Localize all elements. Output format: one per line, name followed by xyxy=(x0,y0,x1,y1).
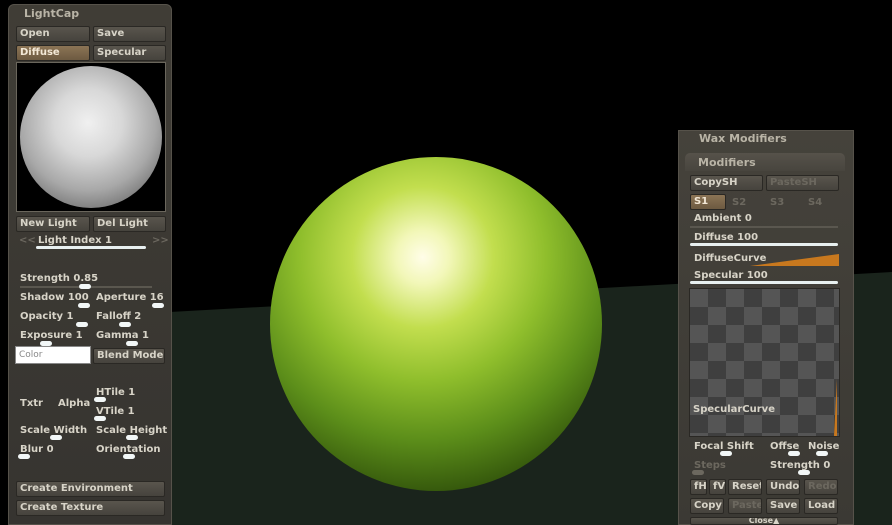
opacity-label: Opacity 1 xyxy=(20,311,74,322)
wax-specular-slider[interactable] xyxy=(690,281,838,284)
s2-button[interactable]: S2 xyxy=(732,197,746,208)
offset-knob[interactable] xyxy=(788,451,800,456)
specular-tab[interactable]: Specular xyxy=(93,45,166,61)
close-button[interactable]: Close▲ xyxy=(690,517,838,525)
strength-knob[interactable] xyxy=(79,284,91,289)
ambient-label: Ambient 0 xyxy=(694,213,752,224)
steps-knob[interactable] xyxy=(692,470,704,475)
focal-shift-knob[interactable] xyxy=(720,451,732,456)
txtr-button[interactable]: Txtr xyxy=(20,398,43,409)
diffuse-curve-graph[interactable] xyxy=(690,252,839,266)
wax-strength-knob[interactable] xyxy=(798,470,810,475)
open-button[interactable]: Open xyxy=(16,26,90,42)
flip-v-button[interactable]: fV xyxy=(709,479,726,495)
next-light-arrow-icon[interactable]: >> xyxy=(152,235,169,246)
pastesh-button[interactable]: PasteSH xyxy=(766,175,839,191)
aperture-knob[interactable] xyxy=(152,303,164,308)
falloff-label: Falloff 2 xyxy=(96,311,142,322)
blur-knob[interactable] xyxy=(18,454,30,459)
gamma-label: Gamma 1 xyxy=(96,330,149,341)
create-texture-button[interactable]: Create Texture xyxy=(16,500,165,516)
s3-button[interactable]: S3 xyxy=(770,197,784,208)
vtile-knob[interactable] xyxy=(94,416,106,421)
copysh-button[interactable]: CopySH xyxy=(690,175,763,191)
htile-knob[interactable] xyxy=(94,397,106,402)
falloff-knob[interactable] xyxy=(119,322,131,327)
shadow-label: Shadow 100 xyxy=(20,292,89,303)
shadow-knob[interactable] xyxy=(78,303,90,308)
s4-button[interactable]: S4 xyxy=(808,197,822,208)
opacity-knob[interactable] xyxy=(76,322,88,327)
noise-knob[interactable] xyxy=(816,451,828,456)
color-swatch[interactable]: Color xyxy=(15,346,91,364)
load-button[interactable]: Load xyxy=(804,498,838,514)
specular-curve-label: SpecularCurve xyxy=(693,404,775,415)
lightcap-preview[interactable] xyxy=(16,62,166,212)
blend-mode-button[interactable]: Blend Mode xyxy=(93,348,165,364)
create-environment-button[interactable]: Create Environment xyxy=(16,481,165,497)
preview-sphere xyxy=(20,66,162,208)
strength-label: Strength 0.85 xyxy=(20,273,99,284)
diffuse-tab[interactable]: Diffuse xyxy=(16,45,90,61)
gamma-knob[interactable] xyxy=(126,341,138,346)
green-sphere-model[interactable] xyxy=(270,157,602,491)
copy-button[interactable]: Copy xyxy=(690,498,724,514)
wax-diffuse-label: Diffuse 100 xyxy=(694,232,759,243)
wax-specular-label: Specular 100 xyxy=(694,270,768,281)
redo-button[interactable]: Redo xyxy=(804,479,838,495)
modifiers-title: Modifiers xyxy=(698,156,756,169)
s1-button[interactable]: S1 xyxy=(690,194,726,210)
light-index-slider[interactable] xyxy=(36,246,146,249)
paste-button[interactable]: Paste xyxy=(728,498,762,514)
exposure-label: Exposure 1 xyxy=(20,330,83,341)
flip-h-button[interactable]: fH xyxy=(690,479,707,495)
aperture-label: Aperture 16 xyxy=(96,292,164,303)
reset-button[interactable]: Reset xyxy=(728,479,762,495)
alpha-button[interactable]: Alpha xyxy=(58,398,90,409)
orientation-knob[interactable] xyxy=(123,454,135,459)
ambient-slider[interactable] xyxy=(690,226,838,228)
scale-width-knob[interactable] xyxy=(50,435,62,440)
del-light-button[interactable]: Del Light xyxy=(93,216,166,232)
save-button[interactable]: Save xyxy=(93,26,166,42)
wax-save-button[interactable]: Save xyxy=(766,498,800,514)
prev-light-arrow-icon[interactable]: << xyxy=(19,235,36,246)
undo-button[interactable]: Undo xyxy=(766,479,800,495)
wax-modifiers-title: Wax Modifiers xyxy=(699,132,787,145)
wax-diffuse-slider[interactable] xyxy=(690,243,838,246)
new-light-button[interactable]: New Light xyxy=(16,216,90,232)
lightcap-title: LightCap xyxy=(24,7,80,20)
light-index-label: Light Index 1 xyxy=(38,235,113,246)
scale-height-knob[interactable] xyxy=(126,435,138,440)
